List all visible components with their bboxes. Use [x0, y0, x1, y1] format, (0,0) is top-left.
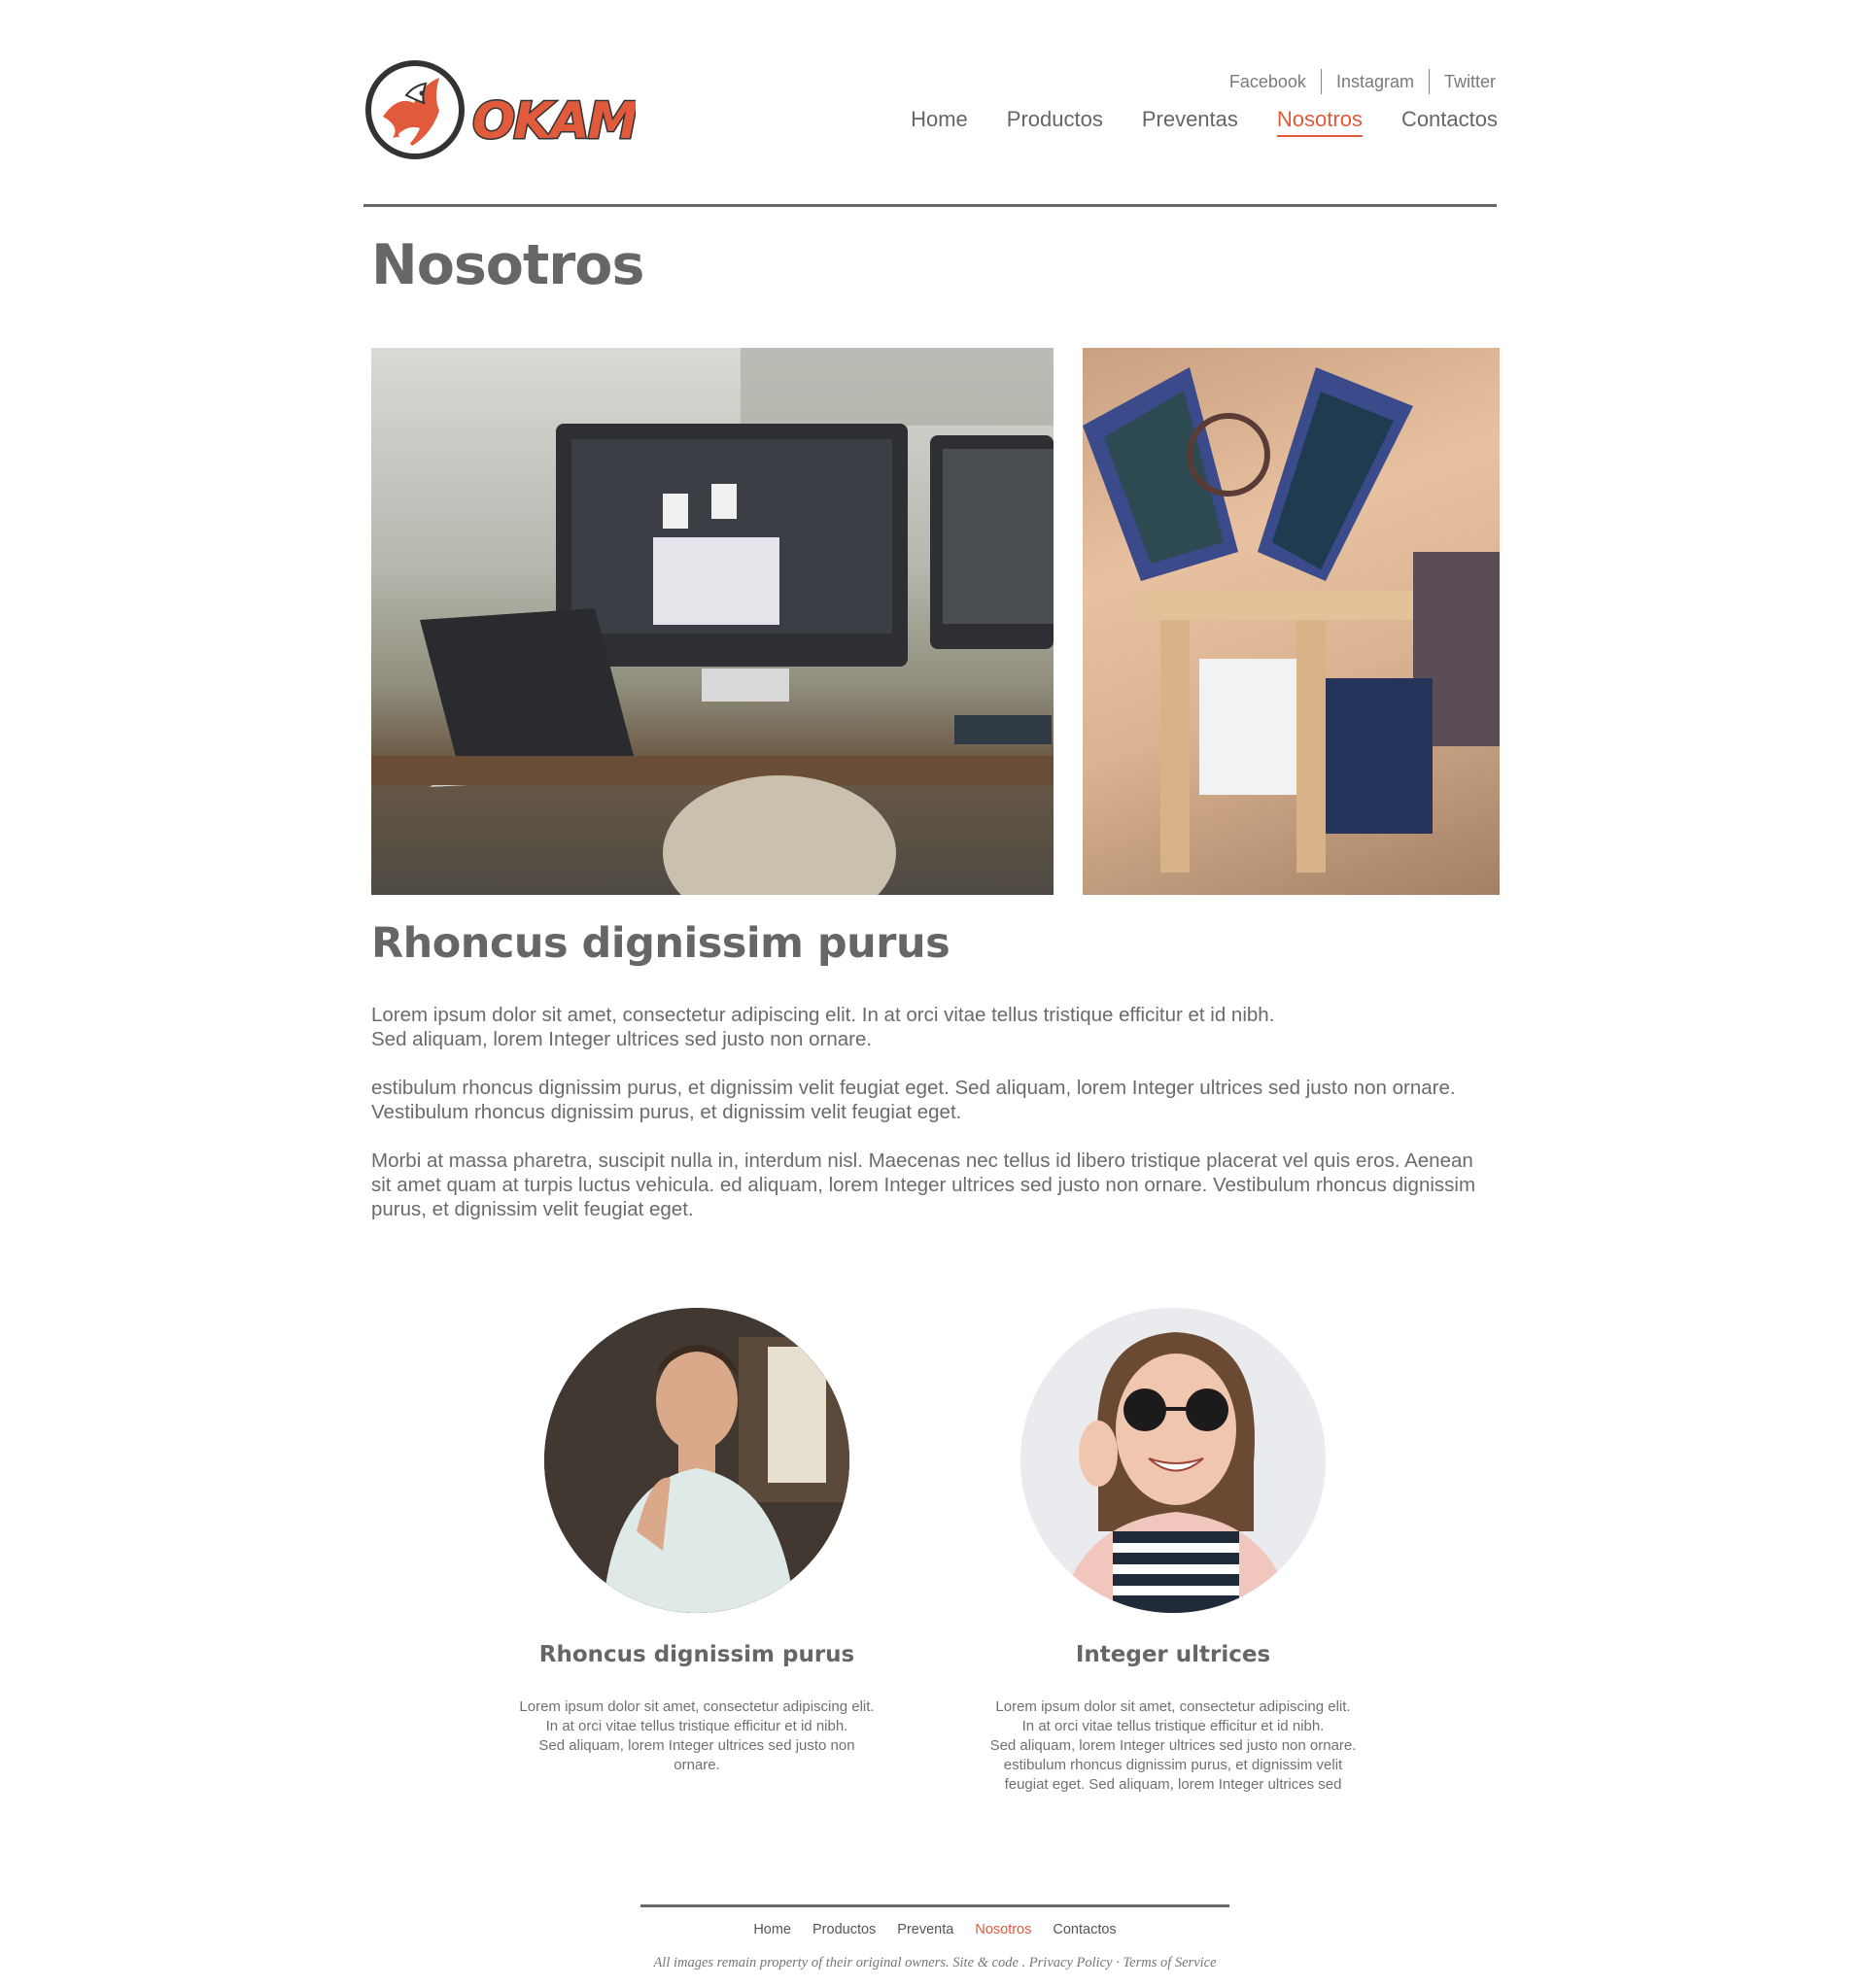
instagram-link[interactable]: Instagram: [1336, 72, 1414, 92]
team-member-photo: [544, 1308, 849, 1613]
footer-nav-contactos[interactable]: Contactos: [1053, 1922, 1116, 1937]
divider: [1320, 69, 1322, 94]
team-member-photo: [1020, 1308, 1326, 1613]
footer-nav-productos[interactable]: Productos: [812, 1922, 876, 1937]
footer-nav-preventa[interactable]: Preventa: [897, 1922, 953, 1937]
screen-printing-workshop-photo: [1083, 348, 1500, 895]
paragraph: estibulum rhoncus dignissim purus, et di…: [371, 1077, 1456, 1123]
okami-logo[interactable]: OKAMI: [363, 56, 636, 163]
footer-divider: [640, 1904, 1229, 1907]
social-links: Facebook Instagram Twitter: [1229, 69, 1496, 94]
nav-home[interactable]: Home: [911, 107, 968, 137]
section-heading: Rhoncus dignissim purus: [371, 919, 950, 968]
footer-credits: All images remain property of their orig…: [653, 1955, 1217, 1971]
team-member-name: Rhoncus dignissim purus: [538, 1642, 855, 1667]
nav-contactos[interactable]: Contactos: [1401, 107, 1498, 137]
paragraph: Morbi at massa pharetra, suscipit nulla …: [371, 1149, 1476, 1220]
footer-nav: Home Productos Preventa Nosotros Contact…: [640, 1922, 1229, 1937]
team-member-bio: Lorem ipsum dolor sit amet, consectetur …: [519, 1698, 875, 1773]
header-divider: [363, 204, 1497, 207]
facebook-link[interactable]: Facebook: [1229, 72, 1306, 92]
twitter-link[interactable]: Twitter: [1444, 72, 1496, 92]
divider: [1428, 69, 1430, 94]
logo-wordmark: OKAMI: [472, 92, 636, 151]
team-member-bio: Lorem ipsum dolor sit amet, consectetur …: [989, 1698, 1357, 1793]
team-member-name: Integer ultrices: [1075, 1642, 1271, 1667]
footer-nav-nosotros[interactable]: Nosotros: [975, 1922, 1031, 1937]
nav-nosotros[interactable]: Nosotros: [1276, 107, 1363, 137]
office-workspace-photo: [371, 348, 1054, 895]
main-nav: Home Productos Preventas Nosotros Contac…: [911, 107, 1498, 137]
nav-productos[interactable]: Productos: [1007, 107, 1103, 137]
paragraph: Lorem ipsum dolor sit amet, consectetur …: [371, 1004, 1275, 1050]
page-title: Nosotros: [371, 233, 644, 297]
nav-preventas[interactable]: Preventas: [1142, 107, 1238, 137]
footer-nav-home[interactable]: Home: [753, 1922, 791, 1937]
